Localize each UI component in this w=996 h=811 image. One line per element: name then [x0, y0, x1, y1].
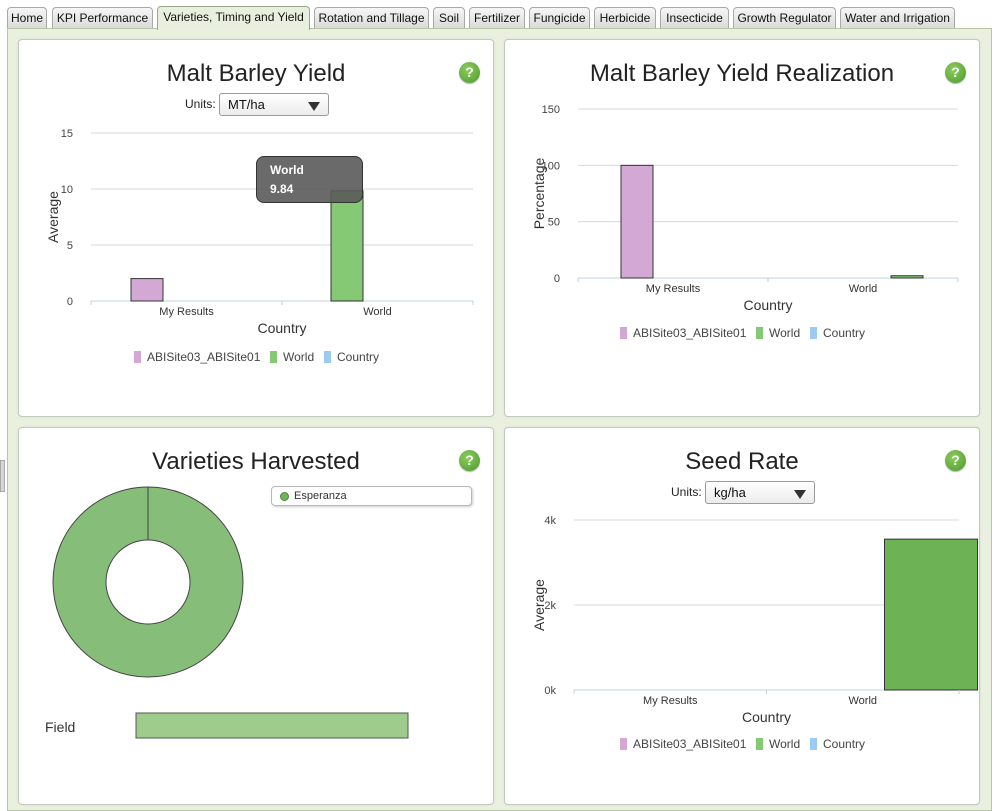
legend-label: ABISite03_ABISite01 — [633, 326, 747, 340]
x-tick-label: My Results — [159, 306, 214, 318]
y-axis-title: Percentage — [531, 157, 547, 229]
y-tick-label: 4k — [544, 515, 556, 527]
donut-hole — [105, 539, 191, 625]
bar-my-results — [130, 278, 164, 302]
panel-yield-realization: Malt Barley Yield Realization ? 0 50 100 15… — [504, 39, 980, 417]
y-tick-label: 10 — [61, 184, 73, 196]
chart-varieties-donut: Field — [45, 486, 409, 739]
chart-malt-barley-yield: 0 5 10 15 My Results World Country Average ABISi… — [45, 128, 474, 364]
donut-legend: Esperanza — [271, 486, 472, 506]
tab-varieties-timing-yield[interactable]: Varieties, Timing and Yield — [157, 6, 310, 30]
x-tick-label: My Results — [646, 283, 701, 295]
legend-label: Country — [823, 326, 865, 340]
side-collapse-handle[interactable] — [0, 460, 5, 492]
tab-water-irrigation[interactable]: Water and Irrigation — [840, 7, 955, 29]
y-tick-label: 0k — [544, 685, 556, 697]
legend-label: Esperanza — [294, 490, 347, 502]
legend-swatch — [134, 351, 141, 363]
chart-seed-rate: 0k2k4kMy Results WorldCountryAverageABISi… — [531, 515, 978, 751]
legend-label: Country — [337, 350, 379, 364]
legend-swatch — [620, 327, 627, 339]
tab-fertilizer[interactable]: Fertilizer — [469, 7, 525, 29]
legend-swatch — [756, 738, 763, 750]
y-tick-label: 50 — [548, 217, 560, 229]
tab-soil[interactable]: Soil — [433, 7, 465, 29]
bar-field — [135, 712, 409, 739]
tab-bar: Home KPI Performance Varieties, Timing a… — [0, 0, 996, 30]
tooltip-series: World — [270, 163, 304, 177]
chart-yield-realization: 050100150My Results WorldCountryPercentag… — [531, 104, 959, 340]
tab-rotation-tillage[interactable]: Rotation and Tillage — [314, 7, 429, 29]
legend-swatch — [756, 327, 763, 339]
panel-varieties-harvested: Varieties Harvested ? Field Esperanza — [18, 427, 494, 805]
y-axis-title: Average — [45, 191, 61, 243]
x-tick-label: World — [848, 695, 877, 707]
legend-swatch — [810, 327, 817, 339]
tab-home[interactable]: Home — [7, 7, 47, 29]
x-axis-title: Country — [742, 709, 791, 725]
x-axis-title: Country — [257, 320, 306, 336]
bar-my-results — [620, 164, 654, 279]
y-tick-label: 0 — [67, 296, 73, 308]
legend-swatch — [324, 351, 331, 363]
bar-world — [330, 190, 364, 302]
chart-tooltip: World 9.84 — [256, 156, 363, 203]
bar-world — [884, 538, 978, 691]
tab-kpi-performance[interactable]: KPI Performance — [52, 7, 153, 29]
legend-swatch — [270, 351, 277, 363]
legend-label: ABISite03_ABISite01 — [633, 737, 747, 751]
tooltip-value: 9.84 — [270, 182, 294, 196]
tab-fungicide[interactable]: Fungicide — [529, 7, 590, 29]
tab-insecticide[interactable]: Insecticide — [660, 7, 729, 29]
panel-malt-barley-yield: Malt Barley Yield ? Units: MT/ha 0 5 10 15 M… — [18, 39, 494, 417]
tab-growth-regulator[interactable]: Growth Regulator — [733, 7, 836, 29]
x-tick-label: World — [363, 306, 392, 318]
legend-label: Country — [823, 737, 865, 751]
x-tick-label: My Results — [643, 695, 698, 707]
x-axis-title: Country — [743, 297, 792, 313]
y-tick-label: 15 — [61, 128, 73, 140]
field-label: Field — [45, 719, 75, 735]
legend-swatch — [620, 738, 627, 750]
panel-seed-rate: Seed Rate ? Units: kg/ha 0k 2k 4k My Result… — [504, 427, 980, 805]
legend-swatch-esperanza — [280, 492, 289, 501]
y-tick-label: 150 — [542, 104, 560, 116]
legend-label: World — [769, 326, 800, 340]
legend-label: ABISite03_ABISite01 — [147, 350, 261, 364]
legend-label: World — [769, 737, 800, 751]
legend-swatch — [810, 738, 817, 750]
x-tick-label: World — [849, 283, 878, 295]
y-tick-label: 5 — [67, 240, 73, 252]
tab-herbicide[interactable]: Herbicide — [594, 7, 656, 29]
bar-world — [890, 275, 924, 279]
y-tick-label: 0 — [554, 273, 560, 285]
legend-label: World — [283, 350, 314, 364]
y-axis-title: Average — [531, 579, 547, 631]
